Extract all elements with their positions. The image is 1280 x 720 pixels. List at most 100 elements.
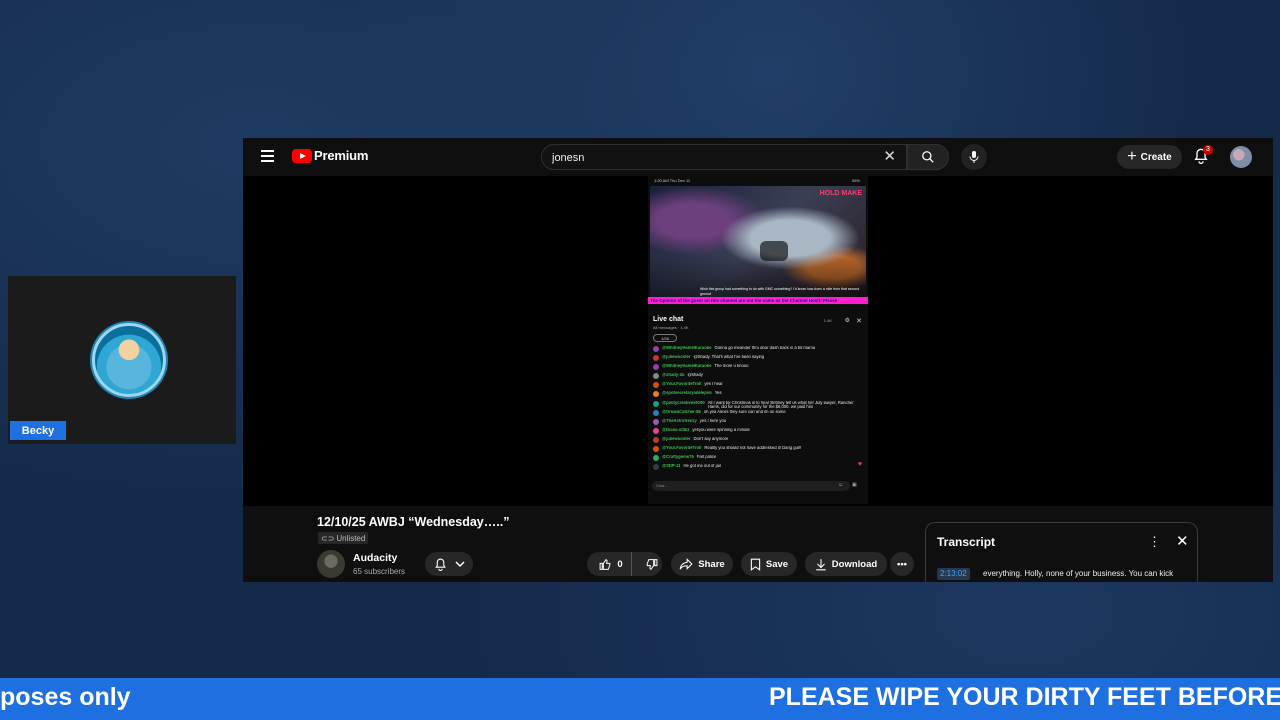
chat-text: @Shady. That's what I've been saying	[693, 355, 765, 360]
chat-author: @SDP-11	[662, 464, 681, 469]
chat-message: @juliewooster @Shady. That's what I've be…	[653, 355, 863, 364]
chat-author-avatar	[653, 400, 659, 407]
heart-icon: ♥	[857, 461, 862, 468]
stream-play-icon	[760, 241, 788, 261]
like-button[interactable]: 0	[591, 552, 632, 576]
plus-icon: +	[1127, 148, 1137, 165]
chat-author-avatar	[653, 373, 659, 380]
chat-author: @Your.FavoriteTroll	[662, 382, 702, 387]
create-button[interactable]: + Create	[1117, 145, 1182, 169]
scrolling-ticker-bar: poses only PLEASE WIPE YOUR DIRTY FEET B…	[0, 678, 1280, 720]
chat-author-avatar	[653, 436, 659, 443]
share-button[interactable]: Share	[671, 552, 733, 576]
logo-text: Premium	[314, 148, 369, 163]
webcam-avatar	[92, 323, 166, 397]
youtube-window: Premium ✕ + Create 3 1:20 AM Thu Dec 11 …	[243, 138, 1273, 582]
bookmark-icon	[750, 558, 761, 571]
chat-message-list: @WhitneyHamelKaraoke Gonna go meander thr…	[653, 346, 863, 473]
gift-icon: ▣	[852, 482, 857, 488]
live-chat-viewers: 1.4K	[823, 318, 832, 323]
voice-search-button[interactable]	[961, 144, 987, 170]
stream-ticker: The Opinion of the guest on this channel…	[648, 297, 868, 304]
like-dislike-group: 0	[587, 552, 662, 576]
chat-author: @DreamCatcher-59	[662, 409, 701, 414]
emoji-icon: ☺	[838, 482, 844, 488]
webcam-panel: Becky	[8, 276, 236, 444]
webcam-name-tag: Becky	[10, 421, 66, 440]
share-label: Share	[698, 558, 725, 570]
chat-message: @WhitneyHamelKaraoke The more u knooo	[653, 364, 863, 373]
visibility-label: Unlisted	[336, 533, 366, 543]
more-actions-button[interactable]: •••	[890, 552, 914, 576]
chat-message: @Diana-xt3kz yesyou were spinning a minut…	[653, 427, 863, 437]
chat-author-avatar	[653, 427, 659, 434]
chat-text: @shady	[687, 373, 703, 378]
more-vertical-icon[interactable]: ⋮	[1148, 534, 1161, 550]
chat-message: @Craftygems76 Fart police	[653, 455, 863, 464]
save-button[interactable]: Save	[741, 552, 797, 576]
dislike-button[interactable]	[637, 552, 658, 576]
search-button[interactable]	[907, 144, 949, 170]
notifications-button[interactable]: 3	[1193, 145, 1213, 167]
chat-author-avatar	[653, 409, 659, 416]
clear-search-icon[interactable]: ✕	[883, 149, 896, 165]
chat-message: @juliewooster Don't say anymore	[653, 436, 863, 446]
live-chat-title: Live chat	[653, 316, 684, 323]
search-box: ✕	[541, 144, 907, 170]
chat-author-avatar	[653, 455, 659, 462]
chat-author: @shady-2u	[662, 373, 685, 378]
close-icon[interactable]: ✕	[1176, 532, 1189, 550]
chat-author-avatar	[653, 346, 659, 352]
chat-author: @WhitneyHamelKaraoke	[662, 346, 712, 350]
transcript-title: Transcript	[937, 535, 996, 549]
subscriber-count: 65 subscribers	[353, 567, 406, 576]
subscription-bell-button[interactable]	[425, 552, 473, 576]
chat-author-avatar	[653, 391, 659, 398]
transcript-segment-text[interactable]: everything. Holly, none of your business…	[983, 569, 1173, 578]
chat-text: yesyou were spinning a minute	[692, 427, 750, 432]
chat-text: Gonna go meander thru door dash back in …	[714, 346, 816, 350]
chat-author: @politycreatives9190	[662, 400, 705, 405]
chat-text: yes I hear	[704, 382, 723, 387]
chat-author: @TheAstrofrenzy	[662, 418, 697, 423]
ticker-text-left: poses only	[0, 683, 131, 711]
channel-name[interactable]: Audacity	[353, 552, 397, 564]
chat-author-avatar	[653, 355, 659, 362]
chat-author: @Diana-xt3kz	[662, 427, 690, 432]
chat-author: @juliewooster	[662, 436, 691, 441]
chat-input: Chat...	[652, 481, 850, 491]
download-button[interactable]: Download	[805, 552, 887, 576]
phone-battery: 55%	[851, 178, 860, 183]
account-avatar[interactable]	[1230, 146, 1252, 168]
save-label: Save	[765, 558, 789, 570]
search-input[interactable]	[552, 149, 872, 166]
chat-text: He got me out of jail	[683, 464, 721, 469]
chat-message: @Your.FavoriteTroll Reality you should no…	[653, 446, 863, 455]
transcript-panel: Transcript ⋮ ✕ 2:13:02 everything. Holly…	[925, 522, 1198, 582]
chat-text: Reality you should not have addressed it…	[704, 446, 802, 451]
stream-caption: Wish this group had something to do with…	[700, 287, 860, 296]
chat-author: @juliewooster	[662, 355, 691, 360]
download-label: Download	[831, 558, 878, 570]
chat-text: oh yea Alexis they sure can and im on so…	[703, 409, 786, 414]
chat-message: @DreamCatcher-59 oh yea Alexis they sure …	[653, 409, 863, 419]
phone-status-time: 1:20 AM Thu Dec 11	[654, 178, 691, 183]
chat-author-avatar	[653, 464, 659, 471]
chat-options-icon: ⚙	[844, 318, 850, 324]
video-player[interactable]: 1:20 AM Thu Dec 11 55% HOLD MAKE Wish th…	[243, 176, 1273, 506]
chat-text: Yes	[714, 391, 722, 396]
chat-message: @politycreatives9190 All I want for Chris…	[653, 400, 863, 410]
share-icon	[679, 558, 693, 570]
chat-author-avatar	[653, 364, 659, 371]
search-icon	[922, 151, 934, 163]
menu-icon[interactable]	[261, 150, 274, 162]
channel-avatar[interactable]	[317, 550, 345, 578]
chat-author-avatar	[653, 382, 659, 389]
link-icon: ⊂⊃	[321, 533, 335, 543]
thumbs-down-icon	[646, 558, 658, 570]
youtube-logo[interactable]: Premium	[292, 148, 368, 163]
like-count: 0	[617, 558, 623, 570]
chat-message: @SDP-11 He got me out of jail	[653, 464, 863, 473]
bell-icon	[434, 558, 446, 571]
transcript-timestamp[interactable]: 2:13:02	[937, 568, 970, 580]
